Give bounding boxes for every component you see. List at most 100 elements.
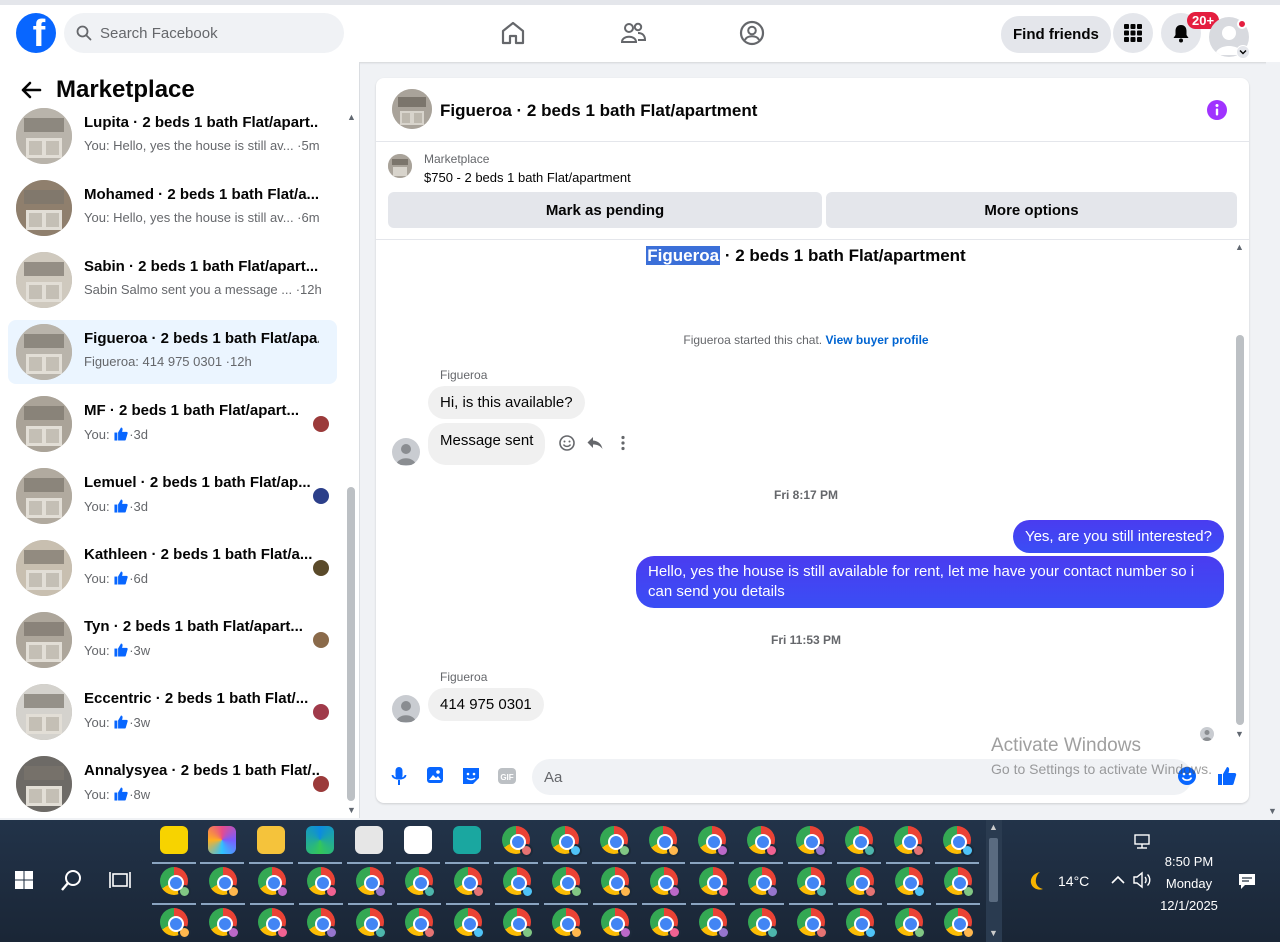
chrome-icon[interactable] [405,867,436,898]
chrome-icon[interactable] [160,867,191,898]
speaker-icon[interactable] [1132,871,1152,889]
search-input[interactable] [100,24,320,42]
paint-app-icon[interactable] [355,826,383,854]
chat-scrollbar[interactable] [1236,335,1244,725]
conversation-item[interactable]: Lemuel · 2 beds 1 bath Flat/ap... You: ·… [8,464,337,528]
chrome-icon[interactable] [943,826,974,857]
notepad-app-icon[interactable] [404,826,432,854]
more-actions-icon[interactable] [614,434,632,452]
chrome-icon[interactable] [503,867,534,898]
chrome-icon[interactable] [160,908,191,939]
chrome-icon[interactable] [895,867,926,898]
chrome-icon[interactable] [894,826,925,857]
friends-icon[interactable] [619,19,647,47]
page-scrollbar[interactable] [1266,62,1280,818]
copilot-icon[interactable] [208,826,236,854]
menu-button[interactable] [1113,13,1153,53]
home-icon[interactable] [499,19,527,47]
chrome-icon[interactable] [748,867,779,898]
chrome-icon[interactable] [552,908,583,939]
chrome-icon[interactable] [503,908,534,939]
listing-thumbnail[interactable] [392,89,432,129]
view-buyer-profile-link[interactable]: View buyer profile [825,333,928,347]
profile-icon[interactable] [738,19,766,47]
chrome-icon[interactable] [601,867,632,898]
find-friends-button[interactable]: Find friends [1001,16,1111,53]
chrome-icon[interactable] [552,867,583,898]
sender-avatar[interactable] [392,695,420,723]
chrome-icon[interactable] [454,908,485,939]
conversation-item[interactable]: Eccentric · 2 beds 1 bath Flat/... You: … [8,680,337,744]
conversation-item[interactable]: Figueroa · 2 beds 1 bath Flat/apa... Fig… [8,320,337,384]
chrome-icon[interactable] [699,908,730,939]
file-explorer-icon[interactable] [257,826,285,854]
chat-scroll-up-icon[interactable]: ▲ [1235,242,1244,252]
chrome-icon[interactable] [650,867,681,898]
microphone-icon[interactable] [388,765,410,787]
incoming-message[interactable]: Message sent [428,423,546,465]
chrome-icon[interactable] [797,908,828,939]
chrome-icon[interactable] [502,826,533,857]
chrome-icon[interactable] [551,826,582,857]
chrome-icon[interactable] [307,908,338,939]
chrome-icon[interactable] [699,867,730,898]
reply-icon[interactable] [586,434,604,452]
chrome-icon[interactable] [258,908,289,939]
chrome-icon[interactable] [601,908,632,939]
chrome-icon[interactable] [307,867,338,898]
taskbar-scrollbar[interactable]: ▲ ▼ [986,820,1002,942]
chrome-icon[interactable] [846,867,877,898]
outgoing-message[interactable]: Yes, are you still interested? [1012,520,1224,553]
chrome-icon[interactable] [748,908,779,939]
sticker-icon[interactable] [460,765,482,787]
task-view-button[interactable] [105,865,135,895]
react-emoji-icon[interactable] [558,434,576,452]
conversation-item[interactable]: Tyn · 2 beds 1 bath Flat/apart... You: ·… [8,608,337,672]
taskbar-scroll-down-icon[interactable]: ▼ [989,928,998,938]
more-options-button[interactable]: More options [826,192,1237,228]
conversation-item[interactable]: Annalysyea · 2 beds 1 bath Flat/... You:… [8,752,337,816]
outgoing-message[interactable]: Hello, yes the house is still available … [636,556,1224,608]
taskbar-search-button[interactable] [57,865,87,895]
chrome-icon[interactable] [845,826,876,857]
start-button[interactable] [9,865,39,895]
chrome-icon[interactable] [747,826,778,857]
conversation-item[interactable]: Kathleen · 2 beds 1 bath Flat/a... You: … [8,536,337,600]
chrome-icon[interactable] [356,908,387,939]
chrome-icon[interactable] [895,908,926,939]
network-icon[interactable] [1132,832,1152,850]
chrome-icon[interactable] [258,867,289,898]
edge-icon[interactable] [306,826,334,854]
chrome-icon[interactable] [209,908,240,939]
chrome-icon[interactable] [698,826,729,857]
like-thumb-icon[interactable] [1216,765,1238,787]
list-scroll-up-icon[interactable]: ▲ [347,112,356,122]
chrome-icon[interactable] [600,826,631,857]
sticky-notes-icon[interactable] [160,826,188,854]
conversation-item[interactable]: Mohamed · 2 beds 1 bath Flat/a... You: H… [8,176,337,240]
page-scroll-down-icon[interactable]: ▼ [1268,806,1277,816]
conversation-list-scrollbar[interactable] [347,487,355,801]
sender-avatar[interactable] [392,438,420,466]
info-icon[interactable] [1206,99,1228,121]
taskbar-scroll-thumb[interactable] [989,838,998,902]
listing-price[interactable]: $750 - 2 beds 1 bath Flat/apartment [424,170,631,185]
search-box[interactable] [64,13,344,53]
conversation-item[interactable]: Sabin · 2 beds 1 bath Flat/apart... Sabi… [8,248,337,312]
chrome-icon[interactable] [405,908,436,939]
incoming-message[interactable]: Hi, is this available? [428,386,585,419]
back-arrow-icon[interactable] [20,80,42,100]
chrome-icon[interactable] [650,908,681,939]
gif-icon[interactable]: GIF [496,765,518,787]
chrome-icon[interactable] [454,867,485,898]
edge-dev-icon[interactable] [453,826,481,854]
list-scroll-down-icon[interactable]: ▼ [347,805,356,815]
clock[interactable]: 8:50 PM Monday 12/1/2025 [1158,851,1220,917]
chrome-icon[interactable] [944,867,975,898]
conversation-item[interactable]: Lupita · 2 beds 1 bath Flat/apart... You… [8,104,337,168]
account-chevron-down-icon[interactable] [1236,45,1250,59]
weather-widget[interactable]: 14°C [1026,870,1089,892]
mark-as-pending-button[interactable]: Mark as pending [388,192,822,228]
conversation-item[interactable]: MF · 2 beds 1 bath Flat/apart... You: ·3… [8,392,337,456]
chrome-icon[interactable] [797,867,828,898]
